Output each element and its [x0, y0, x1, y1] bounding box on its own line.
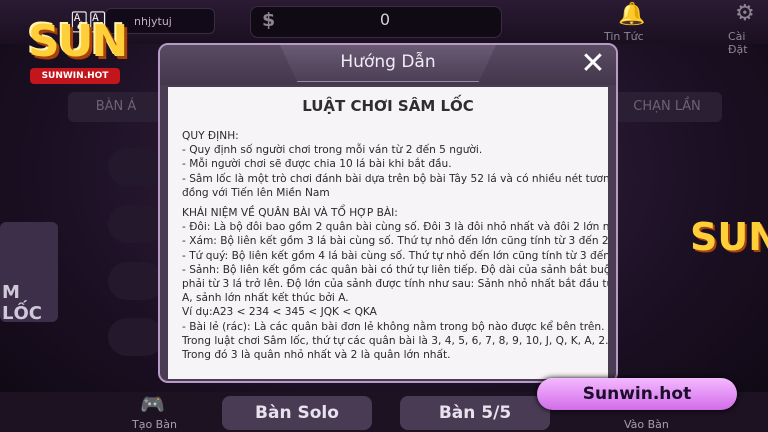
rules-line: - Mỗi người chơi sẽ được chia 10 lá bài …	[182, 158, 452, 171]
rules-line: - Sâm lốc là một trò chơi đánh bài dựa t…	[182, 172, 608, 185]
news-label[interactable]: Tin Tức	[604, 30, 644, 43]
gamepad-icon[interactable]: 🎮	[140, 392, 165, 416]
rules-title: LUẬT CHƠI SÂM LỐC	[302, 97, 474, 115]
rules-line: - Xám: Bộ liên kết gồm 3 lá bài cùng số.…	[182, 235, 608, 248]
rules-text: QUY ĐỊNH: - Quy định số người chơi trong…	[182, 129, 608, 362]
table-slot[interactable]	[108, 205, 164, 243]
rules-line: - Đôi: Là bộ đôi bao gồm 2 quân bài cùng…	[182, 221, 608, 234]
rules-line: phải từ 3 lá trở lên. Độ lớn của sảnh đư…	[182, 278, 608, 291]
sunwin-watermark-pill: Sunwin.hot	[537, 378, 737, 410]
close-button[interactable]: ✕	[575, 47, 611, 81]
table-tab-left[interactable]: BÀN Á	[68, 92, 164, 122]
gear-icon[interactable]: ⚙	[735, 1, 755, 26]
rules-line: A, sảnh lớn nhất kết thúc bởi A.	[182, 292, 349, 305]
logo-brand-text: SUN	[28, 16, 128, 67]
rules-line: Trong đó 3 là quân nhỏ nhất và 2 là quân…	[182, 349, 451, 362]
bell-icon[interactable]: 🔔	[618, 2, 645, 27]
rules-content[interactable]: LUẬT CHƠI SÂM LỐC QUY ĐỊNH: - Quy định s…	[168, 87, 608, 379]
game-card-sam-loc[interactable]: M LỐC	[0, 222, 58, 324]
rules-line: Ví dụ:A23 < 234 < 345 < JQK < QKA	[182, 306, 377, 319]
coin-balance-value: 0	[379, 10, 391, 29]
table-tab-right[interactable]: CHẠN LẦN	[612, 92, 722, 122]
rules-line: KHÁI NIỆM VỀ QUÂN BÀI VÀ TỔ HỢP BÀI:	[182, 207, 398, 220]
settings-label[interactable]: Cài Đặt	[728, 30, 768, 56]
create-table-label[interactable]: Tạo Bàn	[132, 418, 177, 431]
game-card-label: M LỐC	[2, 282, 42, 324]
table-slot[interactable]	[108, 262, 164, 300]
rules-line: QUY ĐỊNH:	[182, 130, 239, 142]
logo-banner: SUNWIN.HOT	[30, 68, 120, 84]
guide-modal: Hướng Dẫn ✕ LUẬT CHƠI SÂM LỐC QUY ĐỊNH: …	[158, 43, 618, 383]
solo-table-button[interactable]: Bàn Solo	[222, 396, 372, 430]
rules-line: - Sảnh: Bộ liên kết gồm các quân bài có …	[182, 263, 608, 276]
rules-line: Trong luật chơi Sâm lốc, thứ tự các quân…	[182, 334, 608, 347]
modal-title: Hướng Dẫn	[340, 52, 436, 72]
join-table-label[interactable]: Vào Bàn	[624, 418, 669, 431]
side-logo-text: SUN	[690, 215, 768, 259]
five-table-button[interactable]: Bàn 5/5	[400, 396, 550, 430]
table-slot[interactable]	[108, 148, 164, 186]
rules-line: - Bài lẻ (rác): Là các quân bài đơn lẻ k…	[182, 320, 605, 333]
table-slot[interactable]	[108, 318, 164, 356]
rules-line: - Quy định số người chơi trong mỗi ván t…	[182, 144, 483, 157]
rules-line: đồng với Tiến lên Miền Nam	[182, 186, 330, 199]
rules-line: - Tứ quý: Bộ liên kết gồm 4 lá bài cùng …	[182, 249, 608, 262]
